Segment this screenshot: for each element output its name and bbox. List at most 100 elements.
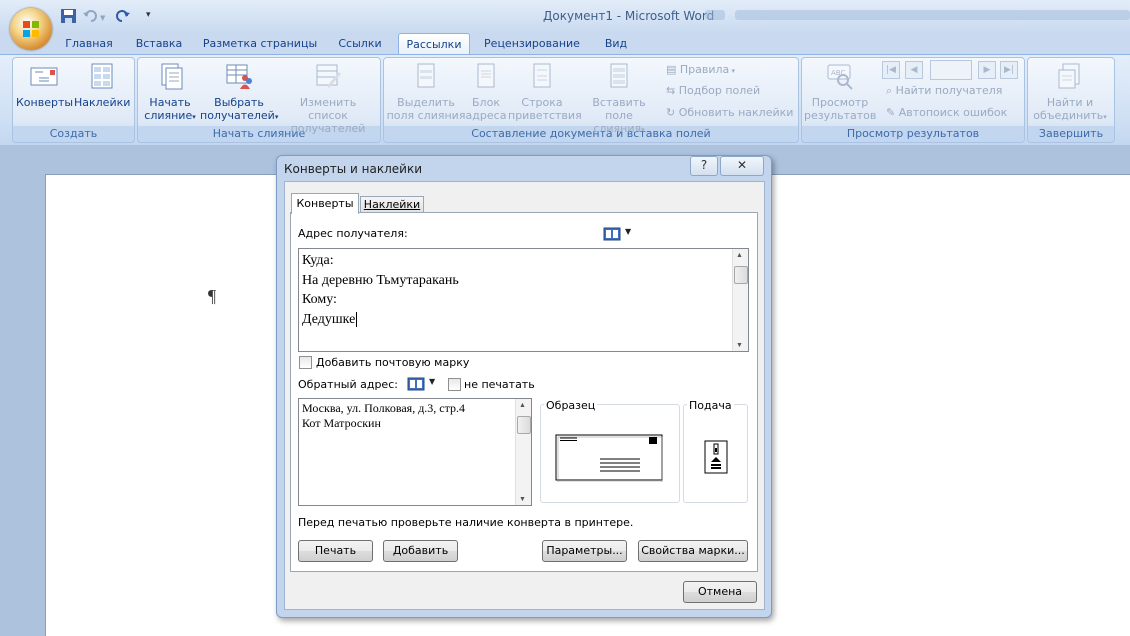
start-merge-label-2: слияние — [144, 109, 193, 122]
finish-merge-button[interactable]: Найти и объединить▾ — [1030, 62, 1110, 124]
chevron-down-icon: ▾ — [192, 113, 196, 121]
chevron-down-icon: ▾ — [729, 67, 736, 75]
last-record-icon[interactable]: ▶| — [1000, 61, 1018, 79]
edit-recipient-list-button[interactable]: Изменить список получателей — [280, 62, 376, 135]
recipients-icon — [226, 64, 252, 89]
paragraph-mark: ¶ — [208, 286, 217, 306]
address-block-icon — [477, 63, 495, 88]
first-record-icon[interactable]: |◀ — [882, 61, 900, 79]
finish-label-1: Найти и — [1046, 96, 1094, 109]
next-record-icon[interactable]: ▶ — [978, 61, 996, 79]
print-button[interactable]: Печать — [298, 540, 373, 562]
undo-dropdown-icon[interactable]: ▼ — [100, 14, 106, 22]
update-labels-icon: ↻ — [666, 106, 679, 119]
envelope-preview-icon — [555, 434, 663, 482]
highlight-fields-button[interactable]: Выделить поля слияния — [386, 62, 466, 122]
find-recipient-button[interactable]: ⌕ Найти получателя — [886, 83, 1002, 99]
auto-check-errors-button[interactable]: ✎ Автопоиск ошибок — [886, 105, 1007, 121]
tab-home[interactable]: Главная — [58, 33, 120, 54]
chevron-down-icon: ▼ — [625, 227, 632, 236]
tab-labels[interactable]: Наклейки — [360, 196, 424, 213]
tab-view[interactable]: Вид — [596, 33, 636, 54]
redo-icon[interactable] — [114, 8, 131, 24]
return-address-book-button[interactable]: ▼ — [407, 377, 441, 391]
recipient-address-field[interactable]: Куда: На деревню Тьмутаракань Кому: Деду… — [298, 248, 749, 352]
address-block-label-2: адреса — [465, 109, 507, 122]
scroll-thumb[interactable] — [734, 266, 748, 284]
scroll-up-icon[interactable]: ▲ — [736, 251, 743, 259]
options-button[interactable]: Параметры... — [542, 540, 627, 562]
return-address-label: Обратный адрес: — [298, 378, 398, 391]
greeting-line-button[interactable]: Строка приветствия — [508, 62, 582, 122]
recipient-address-label: Адрес получателя: — [298, 227, 408, 240]
preview-results-icon: ABC — [827, 64, 853, 90]
return-scrollbar[interactable]: ▲ ▼ — [515, 399, 531, 505]
labels-button[interactable]: Наклейки — [74, 62, 130, 109]
group-label-finish: Завершить — [1028, 126, 1114, 142]
finish-label-2: объединить — [1033, 109, 1104, 122]
office-button[interactable] — [10, 8, 52, 50]
add-to-document-button[interactable]: Добавить — [383, 540, 458, 562]
record-navigator: |◀ ◀ ▶ ▶| — [882, 60, 1020, 80]
rules-label: Правила — [679, 63, 730, 76]
rules-icon: ▤ — [666, 63, 680, 76]
tab-mailings[interactable]: Рассылки — [398, 33, 470, 55]
printer-note: Перед печатью проверьте наличие конверта… — [298, 516, 634, 529]
recipient-line: Кому: — [302, 292, 337, 307]
recipient-address-book-button[interactable]: ▼ — [603, 227, 637, 241]
insert-field-icon — [610, 63, 628, 88]
preview-results-button[interactable]: ABC Просмотр результатов — [804, 62, 876, 122]
recipient-scrollbar[interactable]: ▲ ▼ — [732, 249, 748, 351]
tab-insert[interactable]: Вставка — [128, 33, 190, 54]
help-button[interactable]: ? — [690, 156, 718, 176]
find-recipient-label: Найти получателя — [895, 84, 1003, 97]
rules-button[interactable]: ▤ Правила ▾ — [666, 62, 735, 78]
auto-check-icon: ✎ — [886, 106, 899, 119]
scroll-thumb[interactable] — [517, 416, 531, 434]
scroll-down-icon[interactable]: ▼ — [519, 495, 526, 503]
insert-merge-field-button[interactable]: Вставить поле слияния▾ — [578, 62, 660, 137]
add-stamp-label: Добавить почтовую марку — [316, 356, 470, 369]
select-recipients-button[interactable]: Выбрать получателей▾ — [200, 62, 278, 124]
edit-list-icon — [316, 64, 341, 88]
return-address-field[interactable]: Москва, ул. Полковая, д.3, стр.4 Кот Мат… — [298, 398, 532, 506]
find-recipient-icon: ⌕ — [886, 84, 896, 97]
start-merge-button[interactable]: Начать слияние▾ — [140, 62, 200, 124]
group-label-preview: Просмотр результатов — [802, 126, 1024, 142]
highlight-fields-icon — [417, 63, 435, 88]
highlight-label-2: поля слияния — [386, 109, 466, 122]
epostage-properties-button[interactable]: Свойства марки... — [638, 540, 748, 562]
scroll-up-icon[interactable]: ▲ — [519, 401, 526, 409]
tab-envelopes[interactable]: Конверты — [291, 193, 359, 214]
scroll-down-icon[interactable]: ▼ — [736, 341, 743, 349]
envelopes-button[interactable]: Конверты — [16, 62, 74, 109]
add-stamp-checkbox[interactable] — [299, 356, 312, 369]
start-merge-label-1: Начать — [149, 96, 191, 109]
customize-toolbar-icon[interactable]: ▾ — [146, 10, 151, 20]
chevron-down-icon: ▾ — [274, 113, 279, 121]
start-merge-icon — [161, 63, 183, 90]
match-fields-button[interactable]: ⇆ Подбор полей — [666, 83, 760, 99]
save-icon[interactable] — [60, 8, 77, 24]
select-recipients-label-2: получателей — [200, 109, 275, 122]
dialog-close-button[interactable]: ✕ — [720, 156, 764, 176]
omit-label: не печатать — [464, 378, 535, 391]
tab-references[interactable]: Ссылки — [330, 33, 390, 54]
undo-icon[interactable] — [82, 8, 99, 24]
address-block-button[interactable]: Блок адреса — [464, 62, 508, 122]
envelope-icon — [30, 67, 58, 86]
update-labels-button[interactable]: ↻ Обновить наклейки — [666, 105, 793, 121]
tab-page-layout[interactable]: Разметка страницы — [198, 33, 322, 54]
blurred-area — [735, 10, 1130, 20]
cancel-button[interactable]: Отмена — [683, 581, 757, 603]
record-number-field[interactable] — [930, 60, 972, 80]
envelopes-label: Конверты — [16, 96, 74, 109]
highlight-label-1: Выделить — [397, 96, 455, 109]
tab-review[interactable]: Рецензирование — [476, 33, 588, 54]
previous-record-icon[interactable]: ◀ — [905, 61, 923, 79]
blurred-area — [705, 10, 725, 20]
greeting-line-icon — [533, 63, 551, 88]
recipient-line: На деревню Тьмутаракань — [302, 272, 459, 288]
omit-checkbox[interactable] — [448, 378, 461, 391]
text-cursor — [356, 311, 358, 327]
